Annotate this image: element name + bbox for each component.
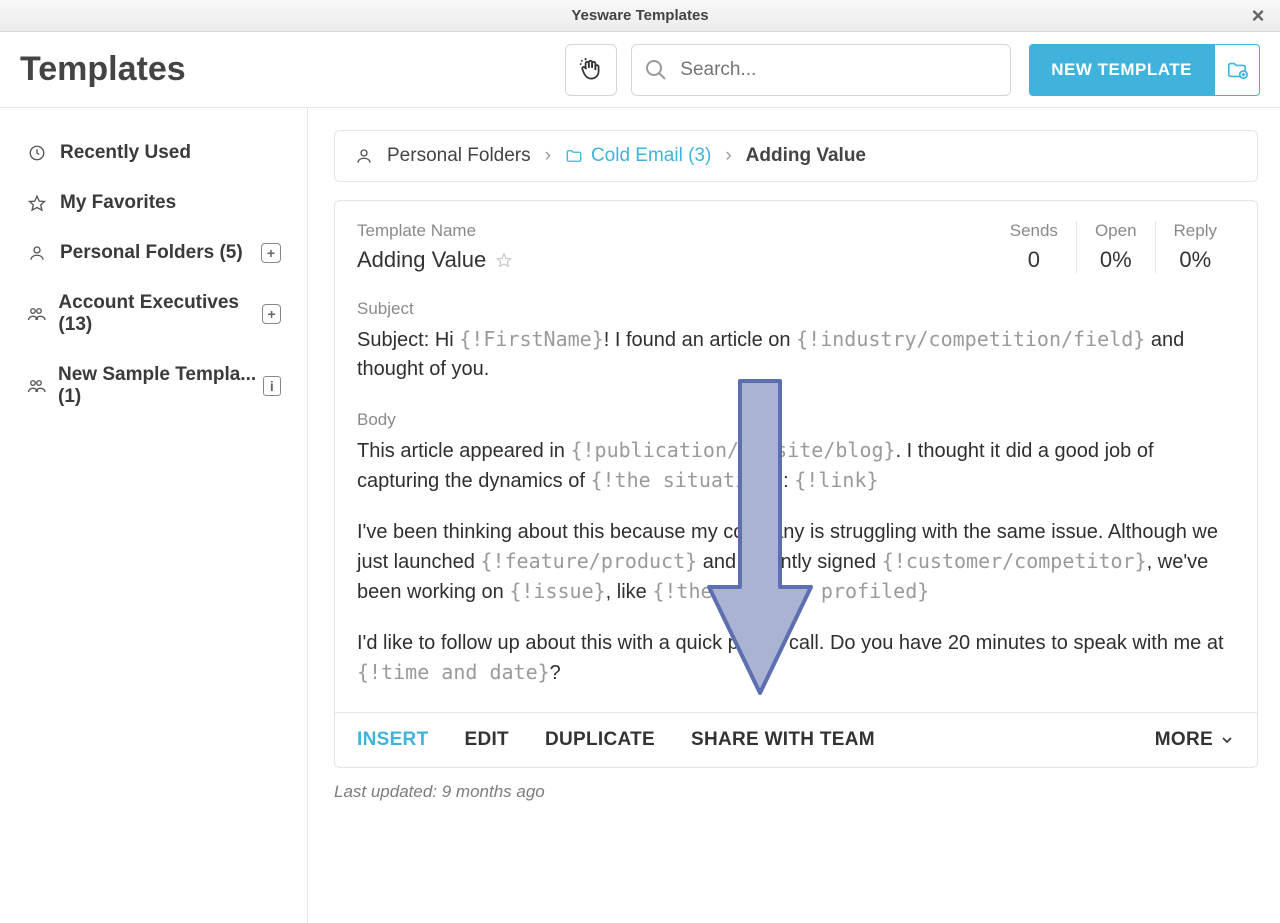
- chevron-right-icon: ›: [545, 145, 551, 167]
- merge-field: {!FirstName}: [459, 327, 604, 351]
- sidebar-item-label: Recently Used: [60, 142, 191, 164]
- merge-field: {!the situation}: [590, 468, 783, 492]
- chevron-down-icon: [1219, 732, 1235, 748]
- share-with-team-button[interactable]: SHARE WITH TEAM: [691, 729, 875, 751]
- new-folder-button[interactable]: [1214, 44, 1260, 96]
- sidebar: Recently Used My Favorites Personal Fold…: [0, 108, 308, 923]
- stat-reply-value: 0%: [1174, 247, 1217, 273]
- team-icon: [26, 377, 46, 395]
- template-name: Adding Value: [357, 247, 486, 273]
- stat-reply-label: Reply: [1174, 221, 1217, 241]
- stat-sends-label: Sends: [1010, 221, 1058, 241]
- user-icon: [355, 147, 373, 165]
- sidebar-item-label: New Sample Templa... (1): [58, 364, 263, 408]
- more-button[interactable]: MORE: [1155, 729, 1235, 751]
- subject-label: Subject: [357, 299, 1235, 319]
- merge-field: {!link}: [794, 468, 878, 492]
- search-box[interactable]: [631, 44, 1011, 96]
- insert-button[interactable]: INSERT: [357, 729, 428, 751]
- close-icon[interactable]: ×: [1242, 0, 1274, 32]
- template-card: Template Name Adding Value Sends 0 Open 0%…: [334, 200, 1258, 768]
- add-folder-icon[interactable]: +: [261, 243, 281, 263]
- star-icon: [26, 194, 48, 212]
- window-title: Yesware Templates: [571, 7, 708, 24]
- sidebar-item-favorites[interactable]: My Favorites: [14, 178, 293, 228]
- clock-icon: [26, 144, 48, 162]
- chevron-right-icon: ›: [725, 145, 731, 167]
- sidebar-item-label: Personal Folders (5): [60, 242, 243, 264]
- wave-icon: [578, 57, 604, 83]
- breadcrumb-folder[interactable]: Cold Email (3): [565, 145, 711, 167]
- merge-field: {!industry/competition/field}: [796, 327, 1145, 351]
- edit-button[interactable]: EDIT: [464, 729, 508, 751]
- page-title: Templates: [20, 50, 186, 89]
- template-name-label: Template Name: [357, 221, 992, 241]
- main-panel: Personal Folders › Cold Email (3) › Addi…: [308, 108, 1280, 923]
- favorite-star-icon[interactable]: [496, 252, 512, 268]
- breadcrumb: Personal Folders › Cold Email (3) › Addi…: [334, 130, 1258, 182]
- folder-plus-icon: [1226, 59, 1248, 81]
- team-icon: [26, 305, 46, 323]
- wave-tour-button[interactable]: [565, 44, 617, 96]
- merge-field: {!the company profiled}: [652, 579, 929, 603]
- body-content: This article appeared in {!publication/w…: [357, 436, 1235, 688]
- merge-field: {!customer/competitor}: [882, 549, 1147, 573]
- subject-content: Subject: Hi {!FirstName}! I found an art…: [357, 325, 1235, 384]
- duplicate-button[interactable]: DUPLICATE: [545, 729, 655, 751]
- merge-field: {!publication/website/blog}: [570, 438, 895, 462]
- sidebar-item-personal-folders[interactable]: Personal Folders (5) +: [14, 228, 293, 278]
- body-label: Body: [357, 410, 1235, 430]
- info-icon[interactable]: i: [263, 376, 281, 396]
- breadcrumb-current: Adding Value: [746, 145, 866, 167]
- merge-field: {!time and date}: [357, 660, 550, 684]
- last-updated: Last updated: 9 months ago: [334, 782, 1258, 802]
- sidebar-item-label: My Favorites: [60, 192, 176, 214]
- template-stats: Sends 0 Open 0% Reply 0%: [992, 221, 1235, 273]
- sidebar-item-sample-templates[interactable]: New Sample Templa... (1) i: [14, 350, 293, 422]
- sidebar-item-label: Account Executives (13): [58, 292, 262, 336]
- stat-sends-value: 0: [1010, 247, 1058, 273]
- add-folder-icon[interactable]: +: [262, 304, 281, 324]
- stat-open-label: Open: [1095, 221, 1137, 241]
- template-actions: INSERT EDIT DUPLICATE SHARE WITH TEAM MO…: [335, 712, 1257, 767]
- merge-field: {!feature/product}: [480, 549, 697, 573]
- sidebar-item-account-executives[interactable]: Account Executives (13) +: [14, 278, 293, 350]
- new-template-button[interactable]: NEW TEMPLATE: [1029, 44, 1214, 96]
- sidebar-item-recently-used[interactable]: Recently Used: [14, 128, 293, 178]
- breadcrumb-root[interactable]: Personal Folders: [387, 145, 531, 167]
- topbar: Templates NEW TEMPLATE: [0, 32, 1280, 108]
- search-icon: [644, 58, 668, 82]
- stat-open-value: 0%: [1095, 247, 1137, 273]
- window-titlebar: Yesware Templates ×: [0, 0, 1280, 32]
- merge-field: {!issue}: [509, 579, 605, 603]
- search-input[interactable]: [680, 59, 998, 81]
- user-icon: [26, 244, 48, 262]
